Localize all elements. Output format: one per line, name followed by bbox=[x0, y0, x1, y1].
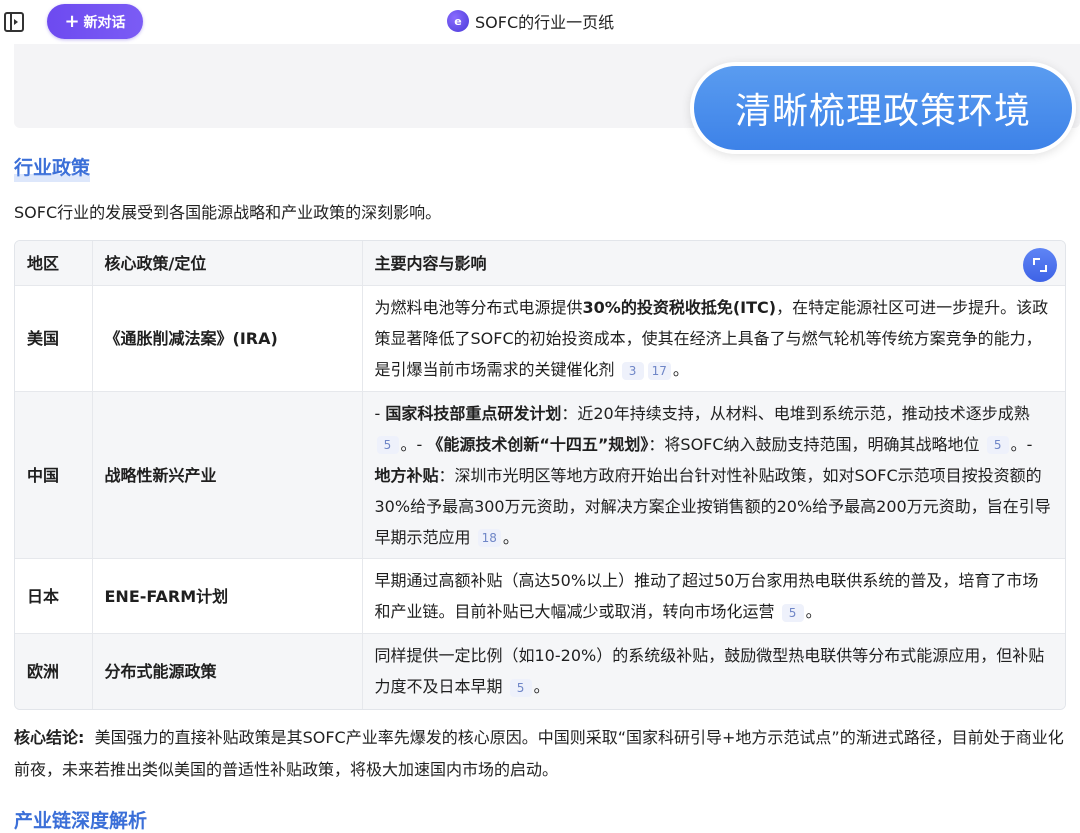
table-header-row: 地区 核心政策/定位 主要内容与影响 bbox=[15, 241, 1065, 286]
content-bold: 国家科技部重点研发计划 bbox=[385, 403, 562, 423]
new-chat-button[interactable]: + 新对话 bbox=[47, 4, 143, 39]
sidebar-toggle-icon[interactable] bbox=[4, 12, 24, 32]
region-cell: 欧洲 bbox=[15, 633, 93, 709]
content-cell: 为燃料电池等分布式电源提供30%的投资税收抵免(ITC)，在特定能源社区可进一步… bbox=[362, 285, 1065, 392]
overlay-caption: 清晰梳理政策环境 bbox=[690, 62, 1076, 154]
content-text: ：近20年持续支持，从材料、电堆到系统示范，推动技术逐步成熟 bbox=[561, 403, 1030, 423]
app-logo-icon: e bbox=[447, 10, 469, 32]
policy-cell: ENE-FARM计划 bbox=[92, 558, 363, 634]
citation-badge[interactable]: 5 bbox=[376, 436, 399, 454]
content-cell: - 国家科技部重点研发计划：近20年持续支持，从材料、电堆到系统示范，推动技术逐… bbox=[362, 391, 1065, 559]
plus-icon: + bbox=[64, 10, 80, 32]
policy-cell: 战略性新兴产业 bbox=[92, 391, 363, 559]
content-cell: 同样提供一定比例（如10-20%）的系统级补贴，鼓励微型热电联供等分布式能源应用… bbox=[362, 633, 1065, 709]
citation-badge[interactable]: 18 bbox=[477, 529, 501, 547]
table-row: 中国 战略性新兴产业 - 国家科技部重点研发计划：近20年持续支持，从材料、电堆… bbox=[15, 391, 1065, 559]
column-header-region: 地区 bbox=[15, 241, 93, 286]
section-intro: SOFC行业的发展受到各国能源战略和产业政策的深刻影响。 bbox=[14, 203, 442, 222]
region-cell: 日本 bbox=[15, 558, 93, 634]
policy-cell: 分布式能源政策 bbox=[92, 633, 363, 709]
content-cell: 早期通过高额补贴（高达50%以上）推动了超过50万台家用热电联供系统的普及，培育… bbox=[362, 558, 1065, 634]
column-header-content: 主要内容与影响 bbox=[362, 241, 1065, 286]
content-text: 。- bbox=[1010, 434, 1033, 454]
citation-badge[interactable]: 5 bbox=[509, 678, 532, 697]
content-text: 。 bbox=[805, 602, 822, 621]
page-title: SOFC的行业一页纸 bbox=[475, 13, 615, 32]
content-text: 。- bbox=[400, 434, 428, 454]
citation-badge[interactable]: 17 bbox=[647, 361, 671, 380]
expand-table-button[interactable] bbox=[1023, 248, 1057, 282]
region-cell: 中国 bbox=[15, 391, 93, 559]
content-text: ：深圳市光明区等地方政府开始出台针对性补贴政策，如对SOFC示范项目按投资额的3… bbox=[374, 465, 1051, 547]
content-text: ：将SOFC纳入鼓励支持范围，明确其战略地位 bbox=[648, 434, 980, 454]
content-bold: 30%的投资税收抵免(ITC) bbox=[582, 298, 777, 317]
table-row: 美国 《通胀削减法案》(IRA) 为燃料电池等分布式电源提供30%的投资税收抵免… bbox=[15, 285, 1065, 392]
policy-cell: 《通胀削减法案》(IRA) bbox=[92, 285, 363, 392]
top-bar: + 新对话 e SOFC的行业一页纸 bbox=[0, 0, 1080, 44]
section-heading: 行业政策 bbox=[14, 153, 91, 182]
content-text: 。 bbox=[502, 527, 519, 547]
content-text: 同样提供一定比例（如10-20%）的系统级补贴，鼓励微型热电联供等分布式能源应用… bbox=[374, 646, 1045, 697]
next-section-heading: 产业链深度解析 bbox=[14, 810, 148, 832]
conclusion-paragraph: 核心结论: 美国强力的直接补贴政策是其SOFC产业率先爆发的核心原因。中国则采取… bbox=[14, 722, 1064, 786]
column-header-policy: 核心政策/定位 bbox=[92, 241, 363, 286]
conclusion-label: 核心结论: bbox=[14, 728, 85, 747]
conclusion-text: 美国强力的直接补贴政策是其SOFC产业率先爆发的核心原因。中国则采取“国家科研引… bbox=[14, 728, 1064, 779]
citation-badge[interactable]: 3 bbox=[621, 361, 644, 380]
content-text: - bbox=[374, 403, 386, 423]
table-row: 日本 ENE-FARM计划 早期通过高额补贴（高达50%以上）推动了超过50万台… bbox=[15, 558, 1065, 634]
content-bold: 《能源技术创新“十四五”规划》 bbox=[427, 434, 649, 454]
content-text: 。 bbox=[533, 677, 550, 697]
policy-table: 地区 核心政策/定位 主要内容与影响 美国 《通胀削减法案》(IRA) 为燃料电… bbox=[14, 240, 1066, 710]
conversation-title: e SOFC的行业一页纸 bbox=[447, 9, 614, 33]
content-text: 为燃料电池等分布式电源提供 bbox=[374, 298, 583, 317]
new-chat-label: 新对话 bbox=[83, 14, 126, 31]
citation-badge[interactable]: 5 bbox=[781, 603, 804, 622]
citation-badge[interactable]: 5 bbox=[986, 436, 1009, 454]
expand-icon bbox=[1033, 258, 1047, 272]
content-text: 早期通过高额补贴（高达50%以上）推动了超过50万台家用热电联供系统的普及，培育… bbox=[374, 571, 1039, 621]
region-cell: 美国 bbox=[15, 285, 93, 392]
table-row: 欧洲 分布式能源政策 同样提供一定比例（如10-20%）的系统级补贴，鼓励微型热… bbox=[15, 633, 1065, 709]
content-text: 。 bbox=[672, 360, 689, 379]
content-bold: 地方补贴 bbox=[374, 465, 439, 485]
